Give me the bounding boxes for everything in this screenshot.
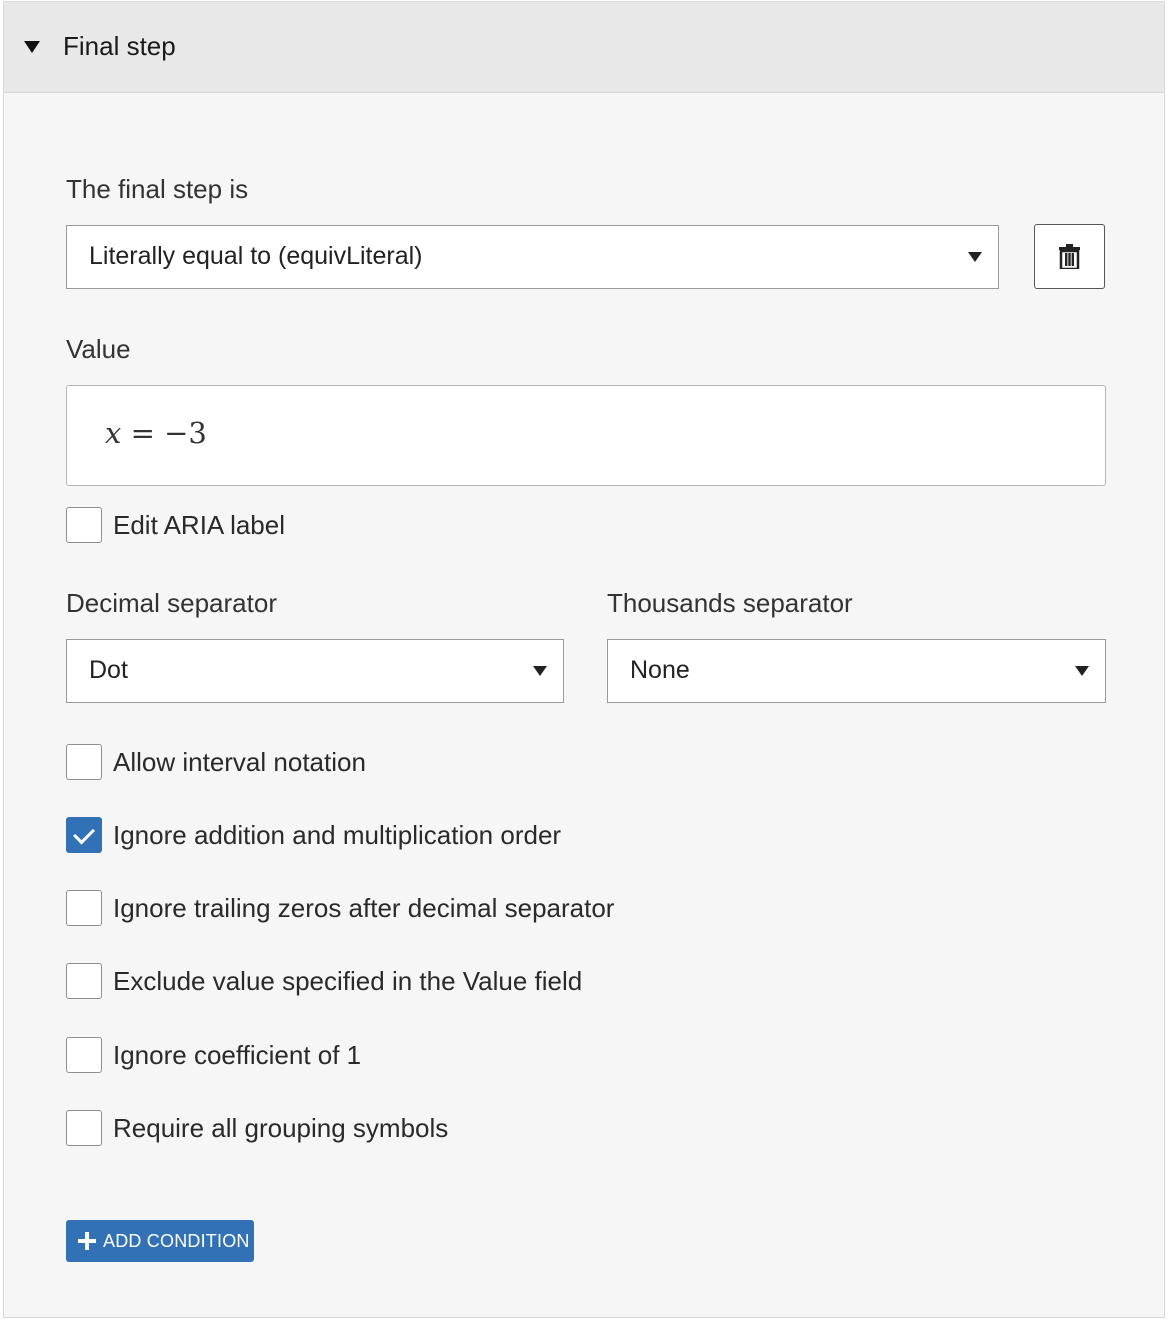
- decimal-separator-label: Decimal separator: [66, 588, 277, 618]
- option-require-grouping[interactable]: Require all grouping symbols: [66, 1110, 448, 1146]
- add-condition-label: ADD CONDITION: [103, 1231, 250, 1251]
- panel-header[interactable]: Final step: [4, 2, 1164, 93]
- option-checkbox[interactable]: [66, 744, 102, 780]
- plus-icon: [78, 1232, 96, 1250]
- option-ignore-order[interactable]: Ignore addition and multiplication order: [66, 817, 561, 853]
- dropdown-arrow-icon: [1075, 666, 1089, 676]
- thousands-separator-select[interactable]: None: [607, 639, 1106, 703]
- final-step-label: The final step is: [66, 174, 249, 204]
- aria-label-checkbox-row[interactable]: Edit ARIA label: [66, 507, 285, 543]
- caret-down-icon[interactable]: [24, 41, 40, 53]
- value-label: Value: [66, 334, 131, 364]
- add-condition-button[interactable]: ADD CONDITION: [66, 1220, 254, 1262]
- option-label: Exclude value specified in the Value fie…: [113, 965, 583, 996]
- option-ignore-coefficient[interactable]: Ignore coefficient of 1: [66, 1037, 361, 1073]
- option-checkbox[interactable]: [66, 1110, 102, 1146]
- aria-label-checkbox[interactable]: [66, 507, 102, 543]
- option-label: Ignore coefficient of 1: [113, 1039, 362, 1070]
- decimal-separator-select[interactable]: Dot: [66, 639, 564, 703]
- dropdown-arrow-icon: [968, 252, 982, 262]
- value-math-input[interactable]: x = −3: [66, 385, 1106, 486]
- math-rest: = −3: [121, 416, 207, 450]
- math-variable: x: [105, 416, 122, 450]
- option-label: Require all grouping symbols: [113, 1112, 449, 1143]
- option-checkbox[interactable]: [66, 817, 102, 853]
- final-step-select[interactable]: Literally equal to (equivLiteral): [66, 225, 999, 289]
- option-allow-interval-notation[interactable]: Allow interval notation: [66, 744, 366, 780]
- math-expression: x = −3: [105, 416, 207, 450]
- option-exclude-value[interactable]: Exclude value specified in the Value fie…: [66, 963, 582, 999]
- delete-condition-button[interactable]: [1034, 224, 1105, 289]
- option-label: Ignore addition and multiplication order: [113, 819, 562, 850]
- option-label: Allow interval notation: [113, 746, 366, 777]
- trash-icon: [1059, 244, 1080, 269]
- thousands-separator-value: None: [630, 656, 690, 684]
- option-checkbox[interactable]: [66, 963, 102, 999]
- decimal-separator-value: Dot: [89, 656, 128, 684]
- thousands-separator-label: Thousands separator: [607, 588, 853, 618]
- final-step-select-value: Literally equal to (equivLiteral): [89, 242, 423, 270]
- panel-title: Final step: [63, 31, 176, 61]
- option-label: Ignore trailing zeros after decimal sepa…: [113, 892, 615, 923]
- option-ignore-trailing-zeros[interactable]: Ignore trailing zeros after decimal sepa…: [66, 890, 614, 926]
- dropdown-arrow-icon: [533, 666, 547, 676]
- aria-label-checkbox-label: Edit ARIA label: [113, 509, 285, 540]
- option-checkbox[interactable]: [66, 1037, 102, 1073]
- final-step-panel: Final step The final step is Literally e…: [3, 1, 1165, 1318]
- option-checkbox[interactable]: [66, 890, 102, 926]
